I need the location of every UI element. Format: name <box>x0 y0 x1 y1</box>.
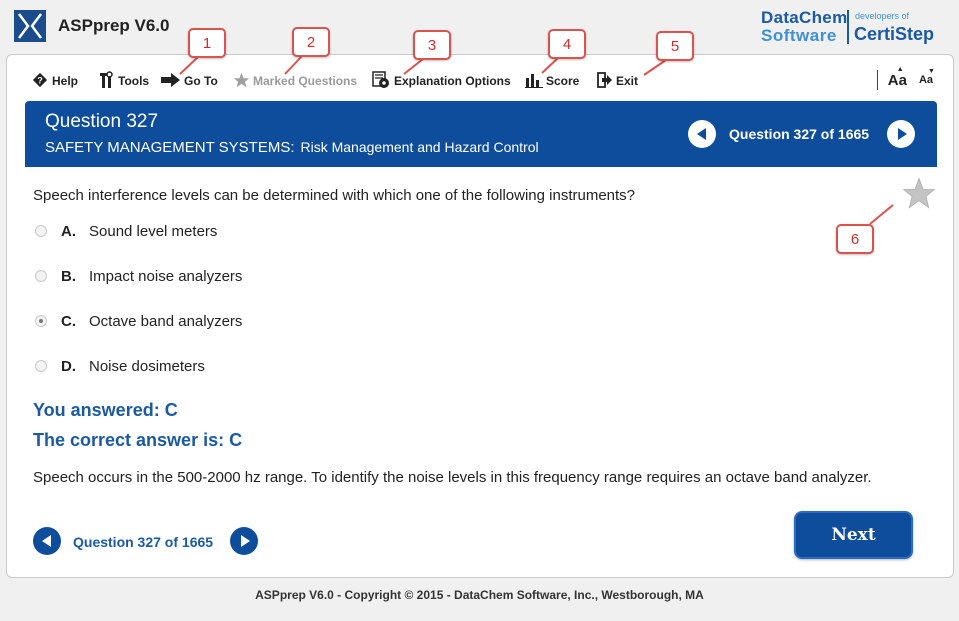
header-prev-button[interactable] <box>688 120 716 148</box>
subcategory-label: Risk Management and Hazard Control <box>300 139 539 155</box>
radio-a[interactable] <box>35 225 47 237</box>
tools-button[interactable]: Tools <box>99 70 150 92</box>
option-text: Sound level meters <box>89 222 218 240</box>
help-icon: ? <box>31 71 49 92</box>
explanation-options-label: Explanation Options <box>394 74 511 88</box>
bar-chart-icon <box>525 72 543 91</box>
mark-question-star-button[interactable] <box>902 177 936 214</box>
toolbar-divider <box>876 70 878 90</box>
answer-option-d[interactable]: D. Noise dosimeters <box>35 356 205 376</box>
chevron-left-icon <box>41 535 51 547</box>
brand-product: CertiStep <box>854 24 935 44</box>
header-next-button[interactable] <box>887 120 915 148</box>
exit-icon <box>597 71 613 91</box>
bottom-prev-button[interactable] <box>33 527 61 555</box>
tools-label: Tools <box>118 74 150 88</box>
callout-5: 5 <box>656 31 694 61</box>
callout-1: 1 <box>188 28 226 58</box>
main-panel: ? Help Tools Go To Marked Questions Expl… <box>6 54 954 578</box>
star-icon <box>233 72 250 91</box>
datachem-logo: DataChem Software developers of CertiSte… <box>761 8 941 48</box>
brand-divider <box>847 10 849 44</box>
font-size-controls: Aa ▲ Aa ▼ <box>876 66 935 91</box>
brand-tag: developers of <box>855 11 910 21</box>
answer-option-c[interactable]: C. Octave band analyzers <box>35 311 242 331</box>
answer-option-b[interactable]: B. Impact noise analyzers <box>35 266 242 286</box>
font-increase-button[interactable]: Aa ▲ <box>888 66 907 89</box>
app-logo-icon <box>14 10 46 42</box>
help-label: Help <box>52 74 79 88</box>
score-label: Score <box>546 74 580 88</box>
bottom-question-counter: Question 327 of 1665 <box>73 534 214 550</box>
bottom-next-arrow-button[interactable] <box>230 527 258 555</box>
option-letter: B. <box>61 267 76 285</box>
chevron-right-icon <box>897 128 907 140</box>
callout-2: 2 <box>292 27 330 57</box>
top-bar: ASPprep V6.0 DataChem Software developer… <box>0 0 959 52</box>
app-title: ASPprep V6.0 <box>58 16 170 35</box>
next-button[interactable]: Next <box>794 511 913 559</box>
tools-icon <box>99 70 115 92</box>
up-triangle-icon: ▲ <box>896 65 904 73</box>
exit-button[interactable]: Exit <box>597 71 638 91</box>
arrow-right-icon <box>161 72 181 90</box>
option-text: Impact noise analyzers <box>89 267 243 285</box>
radio-b[interactable] <box>35 270 47 282</box>
down-triangle-icon: ▼ <box>927 68 935 75</box>
footer-copyright: ASPprep V6.0 - Copyright © 2015 - DataCh… <box>255 588 704 602</box>
option-letter: C. <box>61 312 76 330</box>
goto-button[interactable]: Go To <box>161 71 218 91</box>
font-decrease-button[interactable]: Aa ▼ <box>919 68 935 86</box>
option-letter: D. <box>61 357 76 375</box>
explanation-options-button[interactable]: Explanation Options <box>371 70 511 93</box>
radio-c[interactable] <box>35 315 47 327</box>
svg-text:?: ? <box>37 75 43 85</box>
radio-d[interactable] <box>35 360 47 372</box>
option-text: Noise dosimeters <box>89 357 205 375</box>
callout-4: 4 <box>548 29 586 59</box>
question-text: Speech interference levels can be determ… <box>33 187 636 204</box>
question-category: SAFETY MANAGEMENT SYSTEMS: Risk Managemen… <box>45 139 539 156</box>
score-button[interactable]: Score <box>525 71 579 91</box>
help-button[interactable]: ? Help <box>31 71 78 91</box>
question-header: Question 327 SAFETY MANAGEMENT SYSTEMS: R… <box>25 101 937 167</box>
brand-line1: DataChem <box>761 8 848 27</box>
marked-questions-button[interactable]: Marked Questions <box>233 71 357 91</box>
toolbar: ? Help Tools Go To Marked Questions Expl… <box>7 55 953 101</box>
user-answer: You answered: C <box>33 400 178 420</box>
star-icon <box>902 177 936 209</box>
callout-3: 3 <box>413 30 451 60</box>
chevron-right-icon <box>240 535 250 547</box>
chevron-left-icon <box>696 128 706 140</box>
category-label: SAFETY MANAGEMENT SYSTEMS: <box>45 139 295 156</box>
answer-option-a[interactable]: A. Sound level meters <box>35 221 217 241</box>
correct-answer: The correct answer is: C <box>33 430 243 450</box>
exit-label: Exit <box>616 74 639 88</box>
option-letter: A. <box>61 222 76 240</box>
goto-label: Go To <box>184 74 218 88</box>
callout-6: 6 <box>836 224 874 254</box>
question-title: Question 327 <box>45 111 159 132</box>
marked-questions-label: Marked Questions <box>253 74 358 88</box>
option-text: Octave band analyzers <box>89 312 243 330</box>
header-question-counter: Question 327 of 1665 <box>729 126 870 142</box>
brand-line2: Software <box>761 26 837 45</box>
settings-document-icon <box>371 70 391 93</box>
answer-explanation: Speech occurs in the 500-2000 hz range. … <box>33 469 872 486</box>
